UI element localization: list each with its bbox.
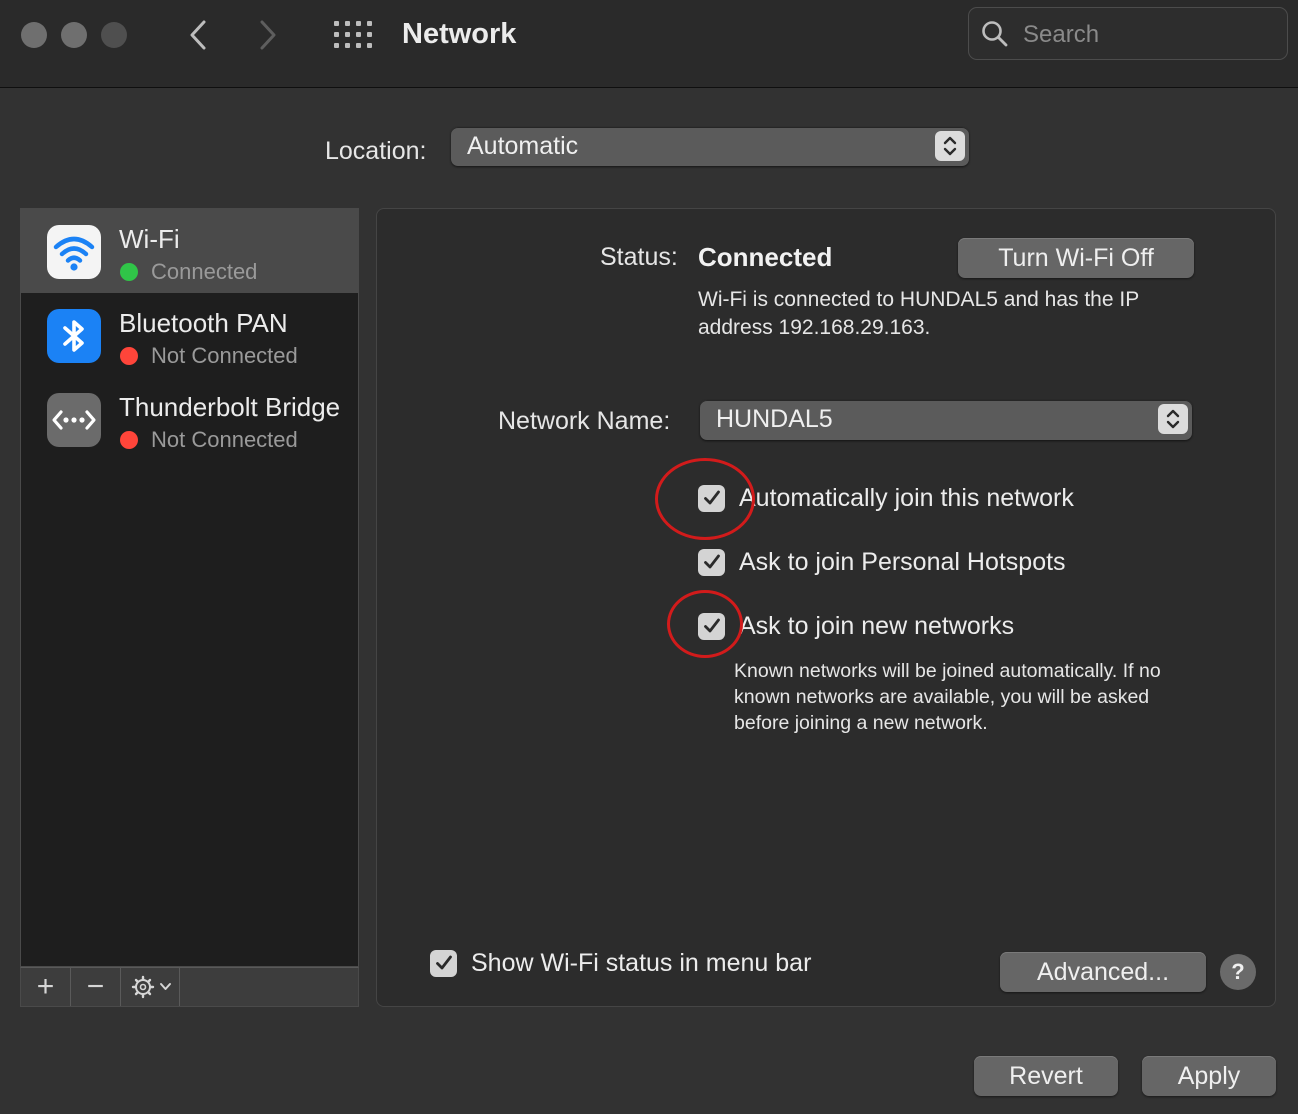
checkmark-icon: [435, 955, 452, 970]
status-dot-green: [120, 263, 138, 281]
popup-stepper-icon: [1158, 404, 1188, 434]
service-status: Not Connected: [151, 343, 298, 368]
search-icon: [982, 21, 1008, 47]
join-help-text: Known networks will be joined automatica…: [734, 660, 1161, 734]
wifi-icon: [47, 225, 101, 279]
remove-service-button[interactable]: −: [71, 968, 121, 1006]
gear-icon: [131, 975, 171, 999]
annotation-circle: [655, 458, 755, 540]
back-button[interactable]: [178, 16, 218, 54]
chevron-left-icon: [190, 20, 206, 50]
personal-hotspots-checkbox[interactable]: [698, 548, 725, 576]
status-value: Connected: [698, 242, 833, 272]
thunderbolt-bridge-icon: [47, 393, 101, 447]
status-label: Status:: [600, 243, 678, 271]
service-list[interactable]: Wi-Fi Connected Bluetooth PAN Not Connec…: [20, 208, 359, 967]
status-dot-red: [120, 347, 138, 365]
apply-button[interactable]: Apply: [1142, 1056, 1276, 1096]
show-all-button[interactable]: [330, 16, 376, 54]
service-item-wifi[interactable]: Wi-Fi Connected: [21, 209, 358, 293]
chevron-right-icon: [260, 20, 276, 50]
new-networks-option[interactable]: Ask to join new networks: [698, 609, 1014, 643]
status-description: Wi-Fi is connected to HUNDAL5 and has th…: [698, 288, 1139, 339]
personal-hotspots-label: Ask to join Personal Hotspots: [739, 547, 1066, 576]
network-name-label: Network Name:: [498, 407, 671, 435]
search-field[interactable]: [968, 7, 1288, 60]
plus-icon: +: [36, 970, 55, 1003]
minus-icon: −: [86, 970, 105, 1003]
service-item-thunderbolt-bridge[interactable]: Thunderbolt Bridge Not Connected: [21, 377, 358, 461]
help-button[interactable]: ?: [1220, 954, 1256, 990]
location-label: Location:: [325, 137, 427, 165]
show-menubar-option[interactable]: Show Wi-Fi status in menu bar: [430, 946, 811, 980]
service-name: Wi-Fi: [119, 224, 180, 254]
network-name-popup[interactable]: HUNDAL5: [700, 400, 1192, 440]
add-service-button[interactable]: +: [21, 968, 71, 1006]
turn-wifi-off-button[interactable]: Turn Wi-Fi Off: [958, 238, 1194, 278]
search-input[interactable]: [1021, 16, 1283, 54]
service-item-bluetooth-pan[interactable]: Bluetooth PAN Not Connected: [21, 293, 358, 377]
forward-button[interactable]: [248, 16, 288, 54]
annotation-circle: [667, 590, 743, 658]
location-popup[interactable]: Automatic: [451, 127, 969, 166]
show-menubar-checkbox[interactable]: [430, 949, 457, 977]
status-dot-red: [120, 431, 138, 449]
new-networks-label: Ask to join new networks: [739, 611, 1015, 640]
close-window-button[interactable]: [21, 22, 47, 48]
auto-join-label: Automatically join this network: [739, 483, 1074, 512]
location-value: Automatic: [467, 132, 579, 160]
show-menubar-label: Show Wi-Fi status in menu bar: [471, 948, 812, 977]
grid-icon: [334, 21, 372, 48]
popup-stepper-icon: [935, 131, 965, 161]
network-name-value: HUNDAL5: [716, 405, 833, 433]
service-list-toolbar: + −: [20, 967, 359, 1007]
service-status: Connected: [151, 259, 258, 284]
zoom-window-button[interactable]: [101, 22, 127, 48]
service-name: Thunderbolt Bridge: [119, 392, 341, 422]
window-title: Network: [402, 18, 517, 50]
service-status: Not Connected: [151, 427, 298, 452]
minimize-window-button[interactable]: [61, 22, 87, 48]
revert-button[interactable]: Revert: [974, 1056, 1118, 1096]
action-menu-button[interactable]: [121, 968, 180, 1006]
advanced-button[interactable]: Advanced...: [1000, 952, 1206, 992]
bluetooth-icon: [47, 309, 101, 363]
service-name: Bluetooth PAN: [119, 308, 288, 338]
checkmark-icon: [703, 554, 720, 569]
personal-hotspots-option[interactable]: Ask to join Personal Hotspots: [698, 545, 1066, 579]
